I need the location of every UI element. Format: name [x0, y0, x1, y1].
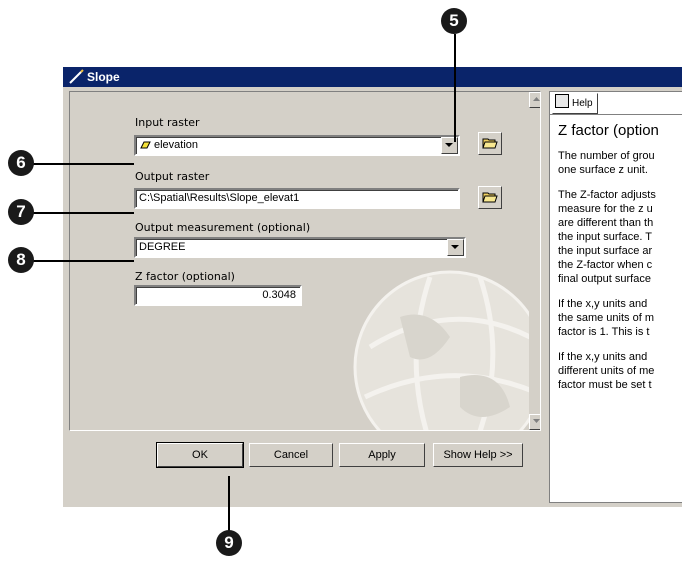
input-raster-combo[interactable]: elevation	[134, 135, 460, 156]
show-help-button[interactable]: Show Help >>	[433, 443, 523, 467]
chevron-down-icon	[445, 143, 453, 147]
callout-6-leader	[30, 163, 134, 165]
output-raster-label: Output raster	[135, 170, 210, 183]
scroll-up-button[interactable]	[529, 92, 540, 108]
callout-6: 6	[8, 150, 34, 176]
scroll-up-arrow-icon	[533, 97, 540, 101]
cancel-button[interactable]: Cancel	[249, 443, 333, 467]
parameters-scrollbar[interactable]	[529, 92, 540, 430]
dialog-button-bar: OK Cancel Apply Show Help >>	[69, 433, 541, 473]
ok-button[interactable]: OK	[156, 442, 244, 468]
callout-7: 7	[8, 199, 34, 225]
output-measurement-dropdown-button[interactable]	[447, 239, 464, 256]
input-raster-value: elevation	[154, 139, 199, 151]
help-tab-icon	[555, 94, 569, 108]
z-factor-value: 0.3048	[262, 289, 296, 301]
slope-dialog: Slope Input raster elevation Output rast…	[62, 66, 682, 507]
output-raster-browse-button[interactable]	[478, 186, 502, 209]
help-paragraph: If the x,y units and different units of …	[558, 351, 655, 391]
help-pane: Help Z factor (option The number of grou…	[549, 91, 682, 503]
callout-8-leader	[30, 260, 134, 262]
apply-button[interactable]: Apply	[339, 443, 425, 467]
raster-layer-icon	[140, 141, 151, 149]
help-content: Z factor (option The number of grou one …	[558, 122, 682, 403]
input-raster-label: Input raster	[135, 116, 200, 129]
window-title: Slope	[87, 70, 120, 84]
callout-5: 5	[441, 8, 467, 34]
output-raster-field[interactable]: C:\Spatial\Results\Slope_elevat1	[134, 188, 460, 209]
tab-help[interactable]: Help	[552, 93, 598, 114]
chevron-down-icon	[451, 245, 459, 249]
folder-open-icon	[482, 138, 498, 149]
z-factor-label: Z factor (optional)	[135, 270, 235, 283]
help-paragraph: The number of grou one surface z unit.	[558, 150, 655, 176]
z-factor-field[interactable]: 0.3048	[134, 285, 302, 306]
help-paragraph: If the x,y units and the same units of m…	[558, 298, 654, 338]
help-tab-label: Help	[572, 98, 593, 109]
globe-watermark-icon	[353, 270, 540, 430]
output-measurement-label: Output measurement (optional)	[135, 221, 311, 234]
callout-8: 8	[8, 247, 34, 273]
callout-5-leader	[454, 34, 456, 142]
help-tab-strip: Help	[550, 92, 682, 115]
title-bar[interactable]: Slope	[63, 67, 682, 87]
output-raster-value: C:\Spatial\Results\Slope_elevat1	[139, 192, 300, 204]
help-heading: Z factor (option	[558, 122, 659, 139]
scroll-down-button[interactable]	[529, 414, 540, 430]
output-measurement-combo[interactable]: DEGREE	[134, 237, 466, 258]
input-raster-browse-button[interactable]	[478, 132, 502, 155]
scroll-down-arrow-icon	[533, 419, 540, 423]
callout-9: 9	[216, 530, 242, 556]
folder-open-icon	[482, 192, 498, 203]
parameters-pane: Input raster elevation Output raster C:\…	[69, 91, 541, 431]
help-paragraph: The Z-factor adjusts measure for the z u…	[558, 189, 656, 285]
output-measurement-value: DEGREE	[139, 241, 186, 253]
callout-7-leader	[30, 212, 134, 214]
slope-tool-icon	[69, 69, 84, 84]
callout-9-leader	[228, 476, 230, 538]
